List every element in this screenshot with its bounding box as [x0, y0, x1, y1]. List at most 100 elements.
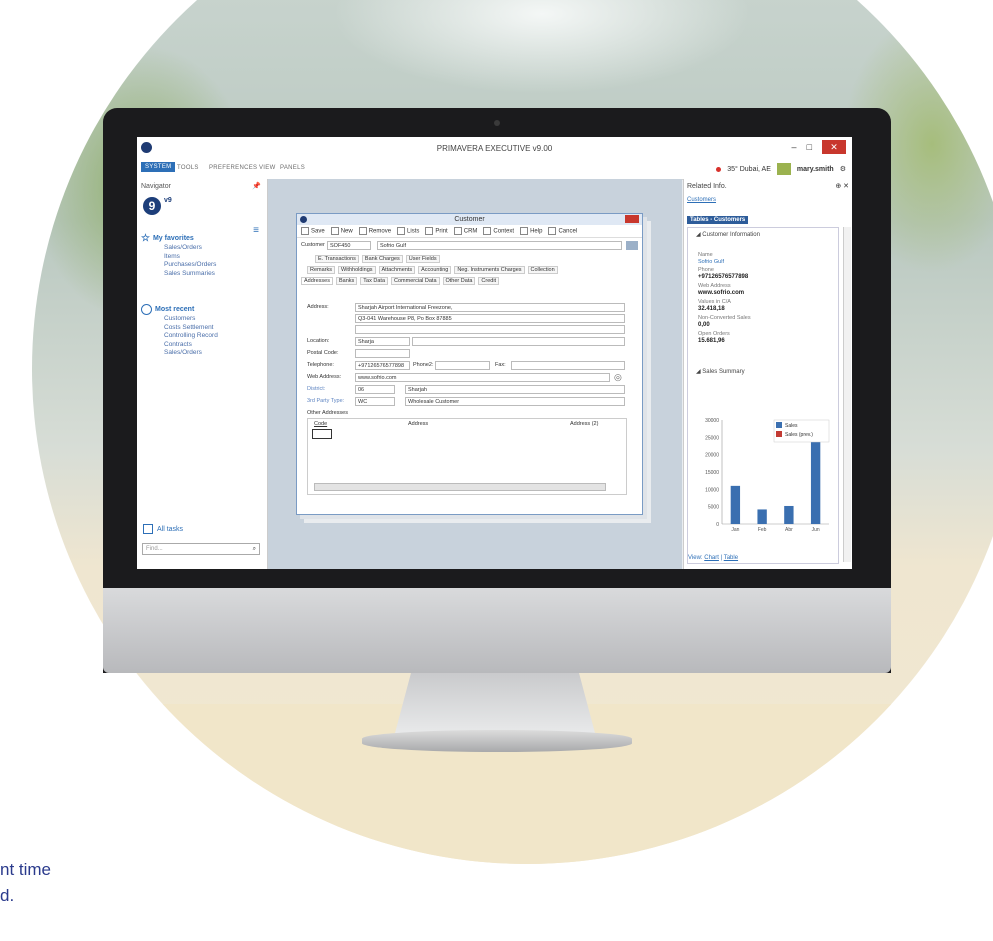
- lists-button[interactable]: Lists: [397, 227, 419, 235]
- view-table-link[interactable]: Table: [724, 555, 738, 561]
- third-party-code-field[interactable]: WC: [355, 397, 395, 406]
- fax-field[interactable]: [511, 361, 625, 370]
- notification-icon[interactable]: [716, 166, 722, 172]
- avatar[interactable]: [776, 163, 791, 175]
- tab-addresses[interactable]: Addresses: [301, 277, 333, 285]
- tab-other-data[interactable]: Other Data: [442, 277, 476, 285]
- help-button[interactable]: Help: [520, 227, 542, 235]
- open-orders-label: Open Orders: [698, 331, 730, 337]
- address-line-2-field[interactable]: Q3-041 Warehouse P8, Po Box 87885: [355, 314, 625, 323]
- district-code-field[interactable]: 06: [355, 385, 395, 394]
- tab-tables-customers[interactable]: Tables - Customers: [687, 216, 749, 224]
- print-button[interactable]: Print: [425, 227, 448, 235]
- chart-legend-label: Sales (prev.): [785, 432, 813, 438]
- recent-item[interactable]: Sales/Orders: [164, 349, 218, 358]
- recent-item[interactable]: Customers: [164, 315, 218, 324]
- tab-attachments[interactable]: Attachments: [378, 266, 416, 274]
- recent-title[interactable]: Most recent: [155, 306, 194, 313]
- postal-code-field[interactable]: [355, 349, 410, 358]
- chart-bar: [730, 485, 741, 524]
- tab-banks[interactable]: Banks: [336, 277, 358, 285]
- web-value[interactable]: www.sofrio.com: [698, 290, 744, 296]
- customer-code-field[interactable]: SOF450: [327, 241, 371, 250]
- crm-button[interactable]: CRM: [453, 227, 477, 235]
- settings-icon[interactable]: ⚙: [840, 165, 846, 173]
- telephone-field[interactable]: +97126576577898: [355, 361, 410, 370]
- location-name-field[interactable]: [412, 337, 625, 346]
- web-address-field[interactable]: www.sofrio.com: [355, 373, 610, 382]
- tab-bank-charges[interactable]: Bank Charges: [361, 255, 403, 263]
- address-line-3-field[interactable]: [355, 325, 625, 334]
- other-addresses-grid[interactable]: Code Address Address (2): [307, 418, 627, 495]
- pin-icon[interactable]: 📌: [252, 182, 261, 190]
- tab-tax-data[interactable]: Tax Data: [360, 277, 389, 285]
- recent-item[interactable]: Costs Settlement: [164, 324, 218, 333]
- menu-view[interactable]: VIEW: [259, 165, 276, 171]
- col-address[interactable]: Address: [408, 421, 428, 427]
- open-orders-value: 15.681,96: [698, 338, 725, 344]
- district-name-field[interactable]: Sharjah: [405, 385, 625, 394]
- tab-accounting[interactable]: Accounting: [418, 266, 452, 274]
- menu-bar: SYSTEM TOOLS PREFERENCES VIEW PANELS 35°…: [137, 159, 852, 180]
- favorite-item[interactable]: Sales/Orders: [164, 244, 216, 253]
- navigator-search-input[interactable]: Find... ⌕: [142, 543, 260, 555]
- tabs-row-2: Remarks Withholdings Attachments Account…: [307, 266, 558, 274]
- context-button[interactable]: Context: [483, 227, 514, 235]
- menu-preferences[interactable]: PREFERENCES: [209, 165, 257, 171]
- favorite-item[interactable]: Purchases/Orders: [164, 261, 216, 270]
- phone2-field[interactable]: [435, 361, 490, 370]
- lookup-icon[interactable]: [626, 241, 638, 250]
- customer-info-header[interactable]: ◢ Customer Information: [696, 231, 760, 238]
- tab-collection[interactable]: Collection: [527, 266, 558, 274]
- chart-bar: [757, 509, 767, 524]
- menu-system[interactable]: SYSTEM: [141, 162, 176, 172]
- favorite-item[interactable]: Items: [164, 253, 216, 262]
- name-value[interactable]: Sofrio Gulf: [698, 259, 724, 265]
- cancel-button[interactable]: Cancel: [548, 227, 577, 235]
- new-button[interactable]: New: [330, 227, 353, 235]
- sales-summary-header[interactable]: ◢ Sales Summary: [696, 368, 745, 375]
- related-title: Related Info.: [687, 183, 727, 190]
- user-name[interactable]: mary.smith: [797, 166, 834, 173]
- col-address-2[interactable]: Address (2): [570, 421, 598, 427]
- phone2-label: Phone2:: [413, 362, 434, 368]
- chart-y-tick-label: 10000: [705, 487, 719, 493]
- tab-e-transactions[interactable]: E. Transactions: [315, 255, 359, 263]
- maximize-icon[interactable]: □: [807, 142, 812, 152]
- customers-link[interactable]: Customers: [687, 197, 716, 203]
- globe-icon[interactable]: ◎: [614, 372, 622, 383]
- recent-item[interactable]: Controlling Record: [164, 332, 218, 341]
- col-code[interactable]: Code: [314, 421, 327, 427]
- minimize-icon[interactable]: –: [792, 142, 797, 152]
- tab-withholdings[interactable]: Withholdings: [338, 266, 376, 274]
- view-chart-link[interactable]: Chart: [704, 555, 719, 561]
- code-cell[interactable]: [312, 429, 332, 439]
- weather-label[interactable]: 35° Dubai, AE: [727, 166, 771, 173]
- horizontal-scrollbar[interactable]: [314, 483, 606, 491]
- menu-icon[interactable]: ≡: [253, 225, 259, 236]
- recent-item[interactable]: Contracts: [164, 341, 218, 350]
- tab-commercial-data[interactable]: Commercial Data: [391, 277, 440, 285]
- tab-credit[interactable]: Credit: [478, 277, 500, 285]
- save-button[interactable]: Save: [301, 227, 325, 235]
- panel-pin-close-icon[interactable]: ⊕ ✕: [835, 182, 849, 190]
- customer-name-field[interactable]: Sofrio Gulf: [377, 241, 622, 250]
- third-party-name-field[interactable]: Wholesale Customer: [405, 397, 625, 406]
- remove-button[interactable]: Remove: [358, 227, 391, 235]
- close-icon[interactable]: ✕: [822, 140, 846, 154]
- favorite-item[interactable]: Sales Summaries: [164, 270, 216, 279]
- tab-neg-instruments[interactable]: Neg. Instruments Charges: [454, 266, 525, 274]
- vertical-scrollbar[interactable]: [843, 227, 851, 562]
- location-field[interactable]: Sharja: [355, 337, 410, 346]
- tab-remarks[interactable]: Remarks: [307, 266, 336, 274]
- tab-user-fields[interactable]: User Fields: [405, 255, 440, 263]
- lists-icon: [397, 227, 406, 235]
- dialog-close-icon[interactable]: [625, 215, 639, 223]
- search-icon[interactable]: ⌕: [253, 544, 256, 555]
- menu-panels[interactable]: PANELS: [280, 165, 305, 171]
- address-line-1-field[interactable]: Sharjah Airport International Freezone,: [355, 303, 625, 312]
- favorites-title[interactable]: My favorites: [153, 235, 194, 242]
- all-tasks-link[interactable]: All tasks: [143, 524, 183, 534]
- menu-tools[interactable]: TOOLS: [177, 165, 199, 171]
- v9-logo: 9: [143, 197, 161, 215]
